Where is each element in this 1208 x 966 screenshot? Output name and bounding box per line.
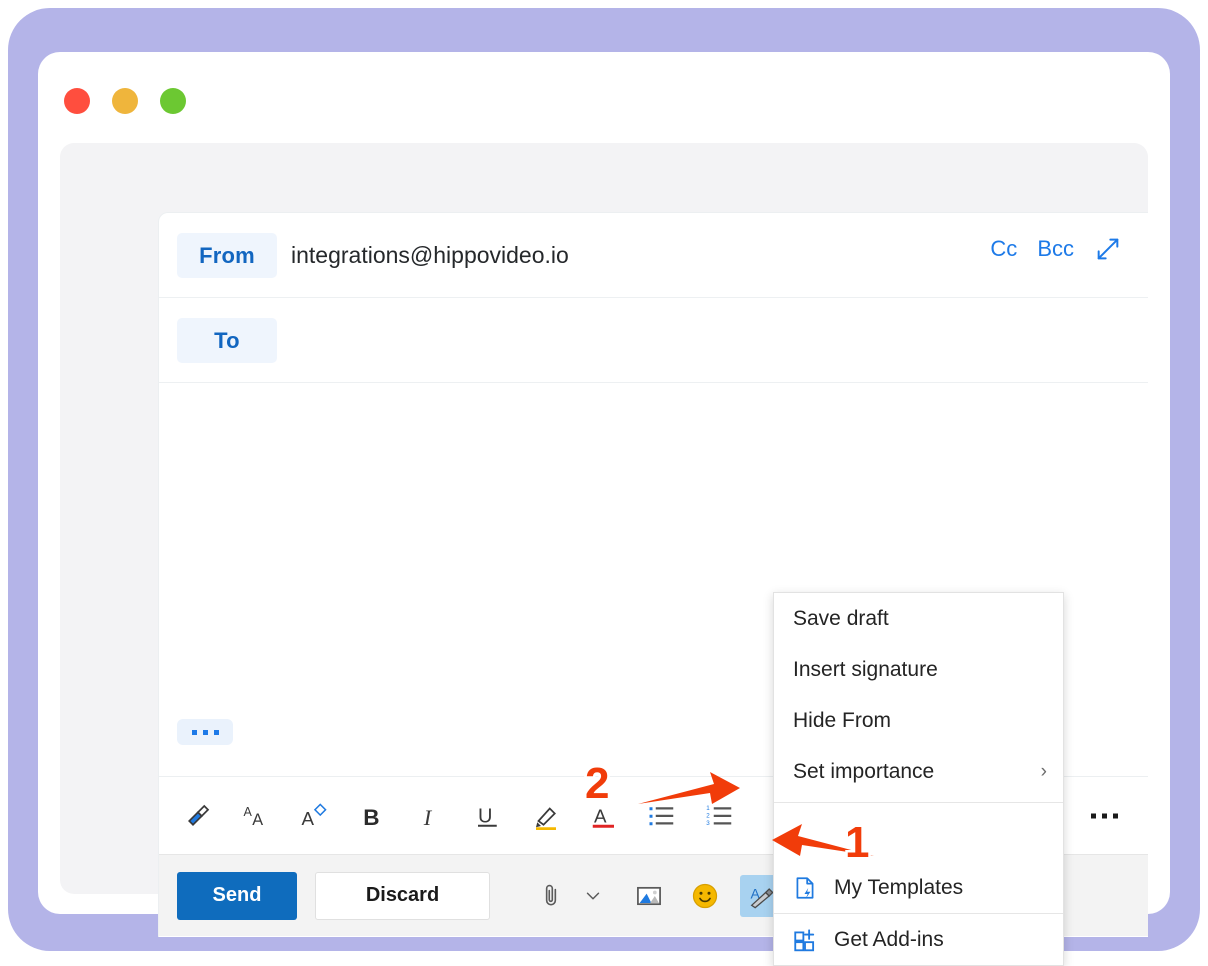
window-close-button[interactable]	[64, 88, 90, 114]
insert-picture-icon[interactable]	[628, 875, 670, 917]
menu-item-get-addins[interactable]: Get Add-ins	[774, 914, 1063, 965]
signature-placeholder[interactable]	[177, 719, 233, 745]
menu-item-label: Save draft	[793, 606, 889, 630]
window-titlebar	[38, 52, 1170, 136]
menu-item-label: Hide From	[793, 708, 892, 732]
from-label[interactable]: From	[177, 233, 277, 278]
chevron-right-icon: ›	[1040, 760, 1047, 782]
underline-icon[interactable]: U	[471, 799, 505, 833]
send-button[interactable]: Send	[177, 871, 297, 920]
paperclip-icon[interactable]	[530, 875, 572, 917]
expand-diagonal-icon[interactable]	[1094, 235, 1122, 263]
from-row: From integrations@hippovideo.io Cc Bcc	[159, 213, 1148, 298]
svg-text:A: A	[252, 810, 263, 828]
cc-button[interactable]: Cc	[990, 236, 1017, 262]
bold-icon[interactable]: B	[355, 799, 389, 833]
more-options-menu: Save draft Insert signature Hide From Se…	[773, 592, 1064, 966]
discard-button[interactable]: Discard	[315, 871, 490, 920]
to-label[interactable]: To	[177, 318, 277, 363]
window-minimize-button[interactable]	[112, 88, 138, 114]
svg-text:U: U	[478, 805, 492, 827]
menu-item-label: Set importance	[793, 759, 935, 783]
svg-text:I: I	[423, 804, 433, 829]
menu-item-save-draft[interactable]: Save draft	[774, 593, 1063, 644]
menu-item-label: Get Add-ins	[834, 927, 944, 951]
my-templates-icon	[790, 873, 820, 903]
menu-item-set-importance[interactable]: Set importance ›	[774, 746, 1063, 797]
cc-bcc-group: Cc Bcc	[990, 235, 1122, 263]
svg-text:A: A	[302, 807, 315, 828]
font-size-icon[interactable]: A A	[239, 799, 273, 833]
to-row: To	[159, 298, 1148, 383]
highlight-icon[interactable]	[529, 799, 563, 833]
annotation-number-1: 1	[842, 816, 872, 870]
menu-item-my-templates[interactable]: My Templates	[774, 862, 1063, 913]
svg-text:3: 3	[706, 819, 710, 826]
menu-item-hide-from[interactable]: Hide From	[774, 695, 1063, 746]
emoji-icon[interactable]	[684, 875, 726, 917]
format-painter-icon[interactable]	[181, 799, 215, 833]
svg-text:B: B	[363, 804, 379, 829]
annotation-number-2: 2	[582, 757, 612, 811]
menu-item-label: My Templates	[834, 875, 964, 899]
menu-item-insert-signature[interactable]: Insert signature	[774, 644, 1063, 695]
get-addins-icon	[790, 925, 820, 955]
annotation-arrow-2	[638, 772, 740, 804]
format-toolbar-overflow-button[interactable]	[1091, 813, 1118, 818]
chevron-down-icon[interactable]	[572, 875, 614, 917]
font-style-icon[interactable]: A	[297, 799, 331, 833]
from-value[interactable]: integrations@hippovideo.io	[291, 233, 569, 278]
menu-item-label: Insert signature	[793, 657, 938, 681]
bcc-button[interactable]: Bcc	[1037, 236, 1074, 262]
italic-icon[interactable]: I	[413, 799, 447, 833]
svg-text:A: A	[244, 805, 253, 819]
window-maximize-button[interactable]	[160, 88, 186, 114]
